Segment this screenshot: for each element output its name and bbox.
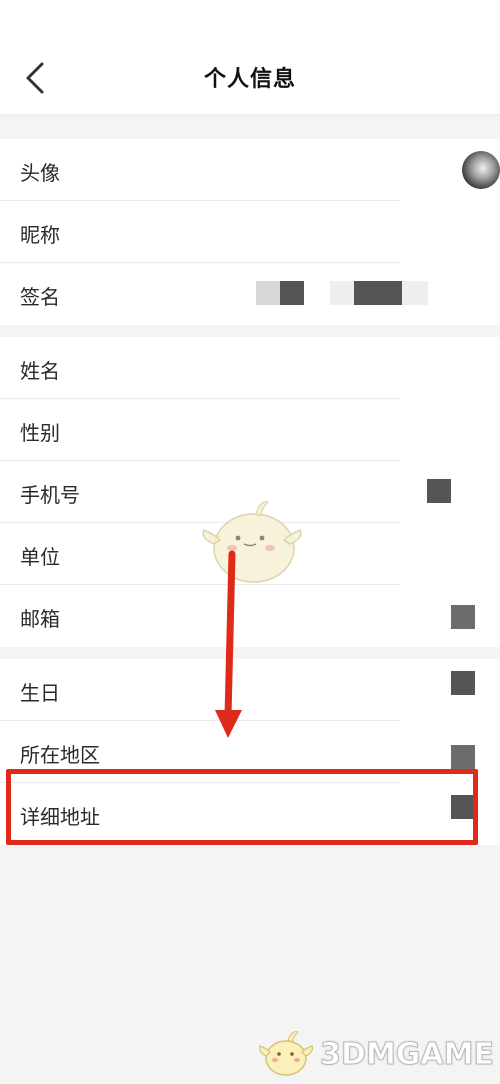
row-label: 所在地区: [20, 743, 100, 767]
blurred-value: [354, 281, 402, 305]
row-nickname[interactable]: 昵称: [0, 201, 500, 263]
group-address-info: 生日 所在地区 详细地址: [0, 659, 500, 845]
watermark-text: 3DMGAME: [320, 1036, 495, 1072]
row-label: 昵称: [20, 223, 60, 247]
row-label: 邮箱: [20, 607, 60, 631]
row-label: 生日: [20, 681, 60, 705]
blurred-value: [427, 479, 451, 503]
row-region[interactable]: 所在地区: [0, 721, 500, 783]
row-label: 详细地址: [20, 805, 100, 829]
row-label: 性别: [20, 421, 60, 445]
blurred-value: [451, 745, 475, 769]
avatar[interactable]: [462, 151, 500, 189]
page-title: 个人信息: [203, 67, 296, 92]
row-label: 姓名: [20, 359, 60, 383]
row-signature[interactable]: 签名: [0, 263, 500, 325]
blurred-value: [451, 671, 475, 695]
row-label: 签名: [20, 285, 60, 309]
row-label: 头像: [20, 161, 60, 185]
blurred-value: [256, 281, 280, 305]
blurred-value: [451, 605, 475, 629]
row-label: 手机号: [20, 483, 80, 507]
blurred-value: [451, 795, 475, 819]
blurred-value: [330, 281, 354, 305]
group-profile: 头像 昵称 签名: [0, 139, 500, 325]
arrow-down-icon: [215, 550, 242, 738]
row-name[interactable]: 姓名: [0, 337, 500, 399]
mascot-icon: [259, 1031, 314, 1076]
row-birthday[interactable]: 生日: [0, 659, 500, 721]
watermark: 3DMGAME: [258, 1028, 494, 1080]
row-email[interactable]: 邮箱: [0, 585, 500, 647]
blurred-value: [402, 281, 428, 305]
row-avatar[interactable]: 头像: [0, 139, 500, 201]
header-bar: 个人信息: [0, 0, 500, 115]
group-basic-info: 姓名 性别 手机号 单位 邮箱: [0, 337, 500, 647]
row-address[interactable]: 详细地址: [0, 783, 500, 845]
row-gender[interactable]: 性别: [0, 399, 500, 461]
row-label: 单位: [20, 545, 60, 569]
blurred-value: [280, 281, 304, 305]
